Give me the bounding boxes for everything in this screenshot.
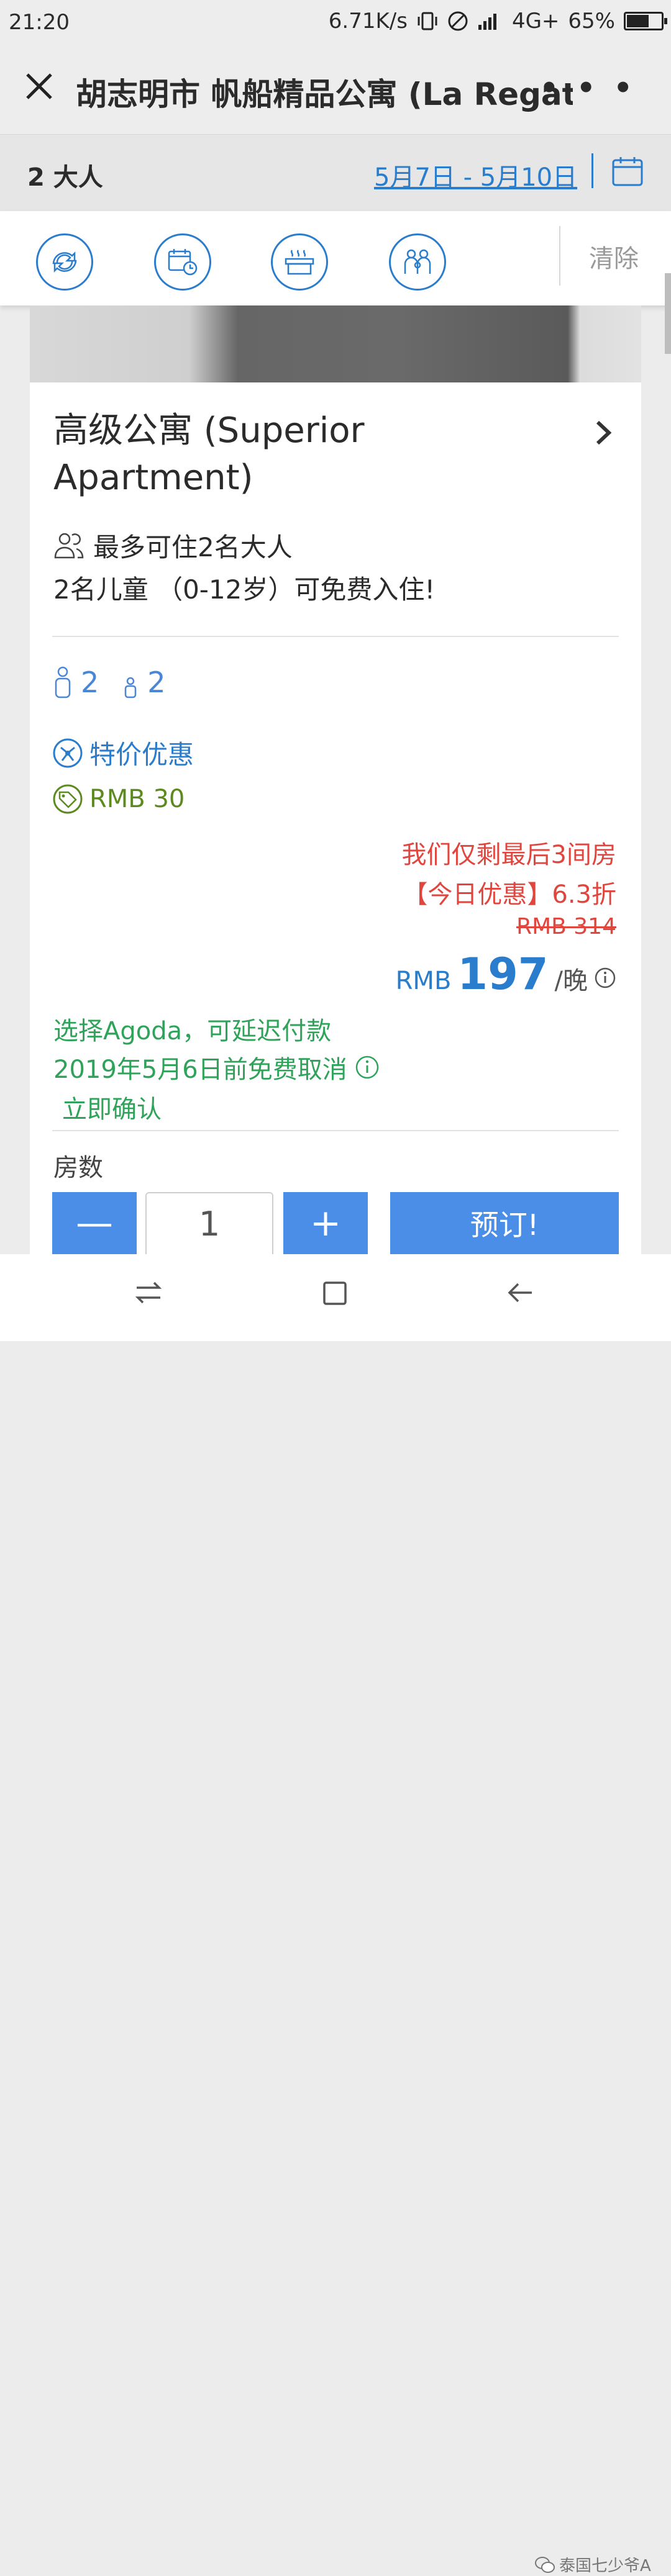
nightly-price: RMB 197 /晚 xyxy=(396,949,616,1000)
back-icon[interactable] xyxy=(506,1279,534,1306)
price-unit: /晚 xyxy=(554,967,588,995)
free-cancel-note: 2019年5月6日前免费取消 xyxy=(53,1055,347,1084)
divider xyxy=(52,1130,619,1131)
info-icon[interactable] xyxy=(594,967,616,989)
watermark-text: 泰国七少爷A xyxy=(559,2557,651,2575)
net-speed: 6.71K/s xyxy=(328,9,408,34)
room-card: 高级公寓 (Superior Apartment) 最多可住2名大人 2名儿童 … xyxy=(30,382,641,1254)
chevron-right-icon[interactable] xyxy=(593,417,615,448)
todays-deal: 【今日优惠】6.3折 xyxy=(403,880,616,909)
watermark: 泰国七少爷A xyxy=(534,2553,651,2576)
increase-rooms-button[interactable]: + xyxy=(283,1192,368,1254)
network-type: 4G+ xyxy=(511,9,560,34)
calendar-icon[interactable] xyxy=(611,156,644,187)
stay-dates-link[interactable]: 5月7日 - 5月10日 xyxy=(374,157,577,193)
search-summary-bar: 2 大人 5月7日 - 5月10日 xyxy=(0,134,671,211)
guest-count[interactable]: 2 大人 xyxy=(27,157,103,193)
room-photo[interactable] xyxy=(30,305,641,382)
room-title[interactable]: 高级公寓 (Superior Apartment) xyxy=(53,407,550,502)
status-indicators: 6.71K/s 4G+ 65% xyxy=(328,9,667,34)
clear-filters-button[interactable]: 清除 xyxy=(589,238,639,274)
page-title: 胡志明市 帆船精品公寓 (La Regat… xyxy=(76,76,573,112)
more-menu-button[interactable]: • • • xyxy=(540,71,636,106)
instant-confirm-note: 立即确认 xyxy=(62,1095,162,1124)
breakfast-icon xyxy=(285,250,314,275)
scrollbar[interactable] xyxy=(665,273,671,354)
coupon-amount: RMB 30 xyxy=(89,785,185,813)
system-nav-bar: 泰国七少爷A xyxy=(0,1254,671,2575)
dnd-icon xyxy=(448,11,468,31)
max-occupancy: 最多可住2名大人 xyxy=(93,532,293,563)
wechat-icon xyxy=(535,2556,555,2573)
filter-bar: 清除 xyxy=(0,211,671,305)
free-cancel-row: 2019年5月6日前免费取消 xyxy=(53,1049,380,1085)
vibrate-icon xyxy=(418,12,437,30)
status-bar: 21:20 6.71K/s 4G+ 65% xyxy=(0,0,671,46)
adult-icon xyxy=(55,666,71,698)
filter-refund-button[interactable] xyxy=(36,233,93,291)
filter-pay-later-button[interactable] xyxy=(154,233,211,291)
tag-icon xyxy=(53,784,83,814)
children-policy: 2名儿童 （0-12岁）可免费入住! xyxy=(53,574,436,605)
rooms-label: 房数 xyxy=(53,1154,103,1182)
divider xyxy=(591,153,593,188)
pay-later-note: 选择Agoda，可延迟付款 xyxy=(53,1017,332,1046)
home-icon[interactable] xyxy=(321,1279,349,1306)
refund-icon xyxy=(52,251,77,273)
battery-icon xyxy=(624,12,667,30)
promo-icon xyxy=(53,738,83,767)
capacity-row: 2 2 xyxy=(53,666,166,699)
decrease-rooms-button[interactable]: — xyxy=(52,1192,137,1254)
scarcity-notice: 我们仅剩最后3间房 xyxy=(401,841,616,869)
divider xyxy=(52,636,619,637)
adult-count: 2 xyxy=(81,666,99,699)
close-icon[interactable] xyxy=(22,70,56,103)
book-button[interactable]: 预订! xyxy=(390,1192,619,1254)
filter-breakfast-button[interactable] xyxy=(271,233,328,291)
child-count: 2 xyxy=(147,666,166,699)
price-currency: RMB xyxy=(395,967,452,995)
original-price: RMB 314 xyxy=(516,914,616,939)
calendar-clock-icon xyxy=(168,249,198,276)
battery-percent: 65% xyxy=(568,9,615,34)
occupancy-info: 最多可住2名大人 xyxy=(53,526,293,564)
switch-apps-icon[interactable] xyxy=(134,1279,163,1306)
child-icon xyxy=(125,677,137,698)
signal-icon xyxy=(478,14,496,30)
filter-family-button[interactable] xyxy=(389,233,446,291)
rooms-quantity-field[interactable]: 1 xyxy=(145,1192,273,1254)
price-amount: 197 xyxy=(457,949,549,1000)
family-icon xyxy=(404,249,431,274)
info-icon[interactable] xyxy=(355,1055,380,1080)
coupon-badge: RMB 30 xyxy=(52,784,185,815)
divider xyxy=(559,226,560,286)
promo-badge: 特价优惠 xyxy=(52,734,194,772)
status-time: 21:20 xyxy=(9,10,70,35)
promo-label: 特价优惠 xyxy=(89,739,194,770)
title-bar: 胡志明市 帆船精品公寓 (La Regat… • • • xyxy=(0,46,671,134)
people-icon xyxy=(54,533,84,558)
